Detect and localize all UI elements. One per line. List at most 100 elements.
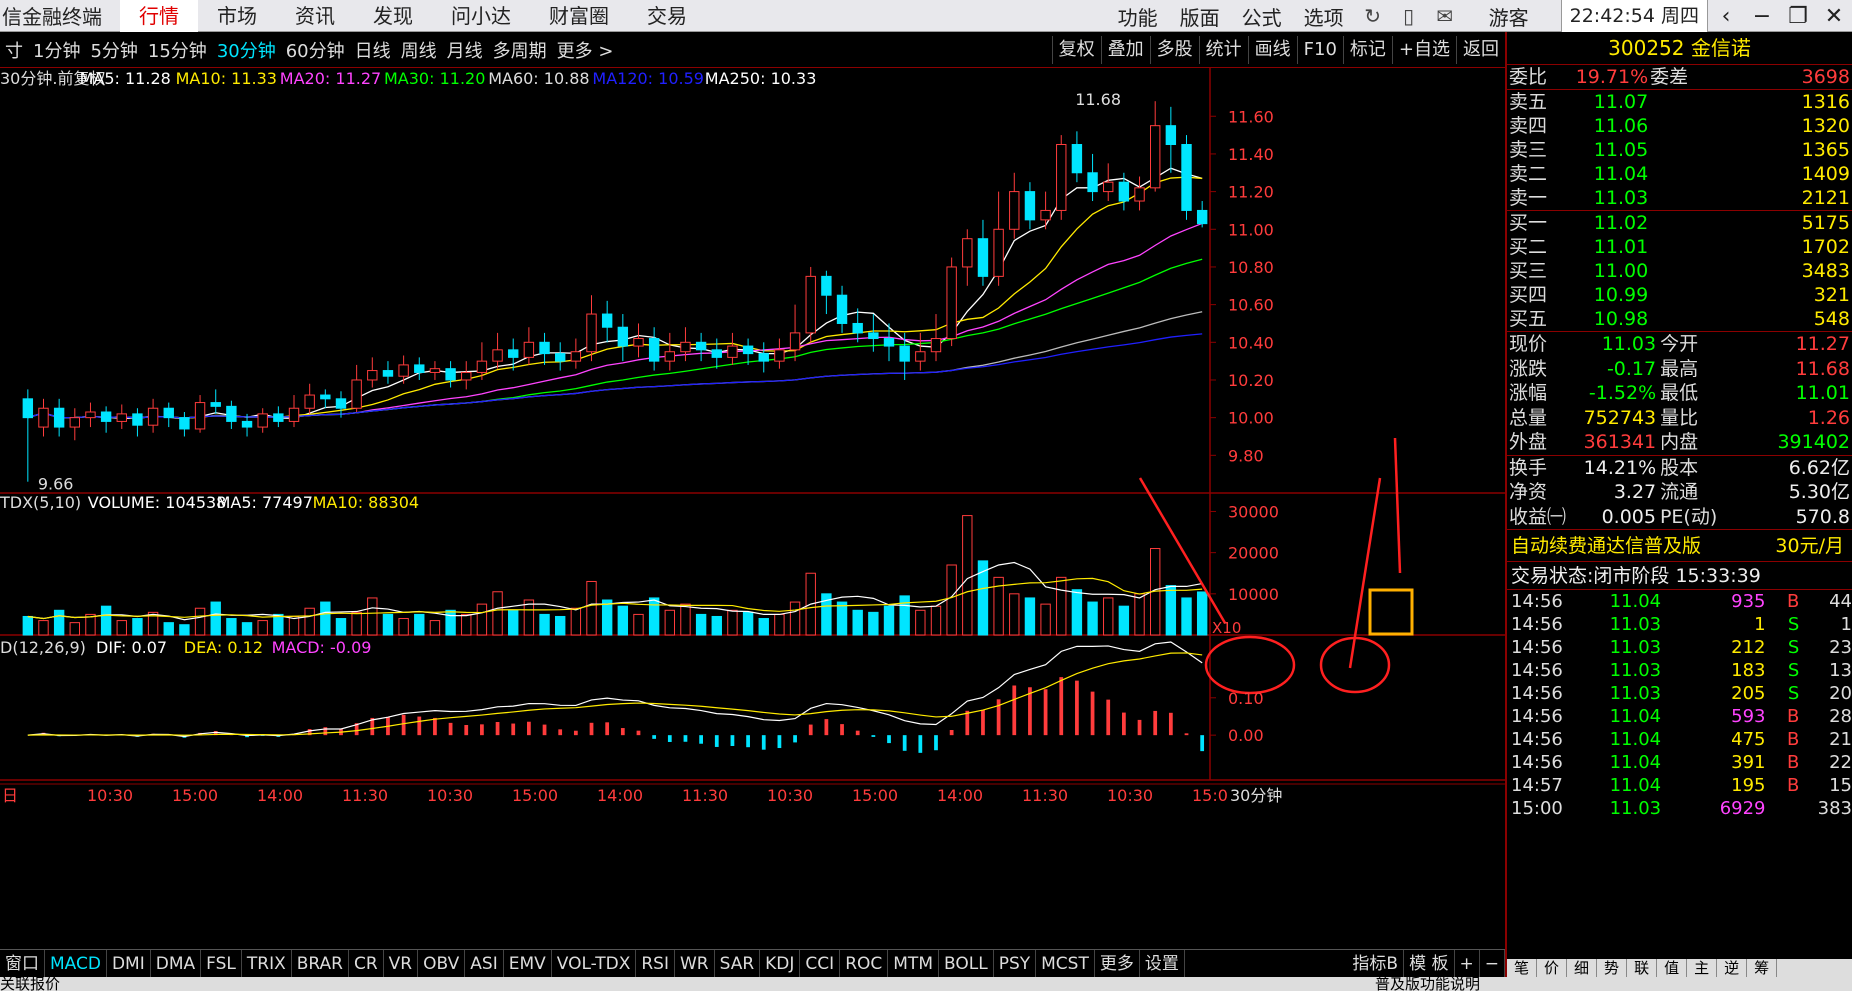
top-right-menu: 功能 版面 公式 选项 ↻ ▯ ✉ 游客 22:42:54 周四 ‹ − ❐ ✕	[1107, 0, 1852, 32]
minimize-icon[interactable]: −	[1744, 4, 1780, 29]
kline-chart[interactable]: 11.689.66 30分钟.前复权MA5: 11.28 MA10: 11.33 M…	[0, 68, 1505, 949]
bids-label: 买四	[1509, 284, 1548, 306]
nav-tab-0[interactable]: 行情	[120, 0, 198, 32]
indicator-tab-3[interactable]: DMA	[151, 949, 202, 978]
indicator-labels: 30分钟.前复权MA5: 11.28 MA10: 11.33 MA20: 11.27…	[0, 69, 816, 657]
panel-tab-7[interactable]: 逆	[1717, 959, 1748, 977]
period-2[interactable]: 5分钟	[85, 37, 142, 63]
tick-price: 11.04	[1609, 729, 1662, 750]
indicator-tab-5[interactable]: TRIX	[242, 949, 292, 978]
mail-icon[interactable]: ✉	[1427, 4, 1463, 28]
panel-tab-6[interactable]: 主	[1687, 959, 1718, 977]
candle-body	[210, 402, 221, 407]
diff-label: 委差	[1650, 66, 1689, 88]
stock-header[interactable]: 300252 金信诺	[1507, 32, 1852, 65]
panel-tab-8[interactable]: 筹	[1747, 959, 1778, 977]
indicator-tab-21[interactable]: PSY	[994, 949, 1037, 978]
period-4[interactable]: 30分钟	[212, 37, 281, 63]
indicator-tab-15[interactable]: SAR	[715, 949, 761, 978]
nav-tab-3[interactable]: 发现	[354, 0, 432, 32]
indicator-tab-19[interactable]: MTM	[888, 949, 939, 978]
indicator-tab-24[interactable]: 设置	[1140, 949, 1185, 978]
indicator-tab-11[interactable]: EMV	[504, 949, 552, 978]
tool-button-5[interactable]: F10	[1296, 36, 1343, 64]
indicator-tab-16[interactable]: KDJ	[760, 949, 801, 978]
panel-tab-5[interactable]: 值	[1657, 959, 1688, 977]
indicator-tab-14[interactable]: WR	[675, 949, 715, 978]
indicator-right-2[interactable]: +	[1455, 950, 1480, 978]
indicator-tab-18[interactable]: ROC	[840, 949, 889, 978]
panel-tab-1[interactable]: 价	[1537, 959, 1568, 977]
refresh-icon[interactable]: ↻	[1355, 4, 1391, 28]
status-right[interactable]: 普及版功能说明	[1375, 977, 1480, 991]
fund-label: 收益㈠	[1509, 505, 1567, 528]
nav-tab-2[interactable]: 资讯	[276, 0, 354, 32]
tool-button-8[interactable]: 返回	[1456, 36, 1505, 64]
indicator-tab-8[interactable]: VR	[384, 949, 419, 978]
indicator-tab-0[interactable]: 窗口	[0, 949, 45, 978]
indicator-tab-13[interactable]: RSI	[636, 949, 675, 978]
indicator-tab-10[interactable]: ASI	[465, 949, 504, 978]
user-label[interactable]: 游客	[1463, 2, 1561, 31]
quote-stats: 现价 11.03 今开 11.27 涨跌 -0.17 最高 11.68 涨幅 -1.52% 最低 11…	[1507, 331, 1852, 455]
indicator-tab-2[interactable]: DMI	[107, 949, 151, 978]
menu-layout[interactable]: 版面	[1169, 2, 1231, 31]
period-7[interactable]: 周线	[396, 37, 442, 63]
period-10[interactable]: 更多 >	[552, 37, 619, 63]
volume-bar	[727, 609, 738, 636]
promo-banner[interactable]: 自动续费通达信普及版 30元/月	[1507, 529, 1852, 562]
indicator-tab-4[interactable]: FSL	[201, 949, 242, 978]
indicator-tab-1[interactable]: MACD	[45, 949, 107, 978]
tool-button-4[interactable]: 画线	[1247, 36, 1297, 64]
tool-button-3[interactable]: 统计	[1198, 36, 1248, 64]
bid-list: 买一 11.02 5175 买二 11.01 1702 买三 11.00 3483 买四 10.99…	[1507, 210, 1852, 331]
tick-list[interactable]: 14:56 11.04 935 B 44 14:56 11.03 1 S 1 14:56 11.03 2…	[1507, 590, 1852, 820]
period-9[interactable]: 多周期	[488, 37, 552, 63]
tick-count: 28	[1829, 706, 1852, 727]
indicator-tab-6[interactable]: BRAR	[292, 949, 349, 978]
period-1[interactable]: 1分钟	[28, 37, 85, 63]
panel-tab-0[interactable]: 笔	[1507, 959, 1538, 977]
candle-body	[351, 379, 362, 409]
panel-tab-4[interactable]: 联	[1627, 959, 1658, 977]
restore-icon[interactable]: ❐	[1780, 4, 1816, 29]
time-label: 14:00	[597, 786, 643, 805]
fund-label: 股本	[1660, 456, 1699, 479]
tool-button-7[interactable]: +自选	[1391, 36, 1456, 64]
period-3[interactable]: 15分钟	[143, 37, 212, 63]
menu-function[interactable]: 功能	[1107, 2, 1169, 31]
indicator-tab-20[interactable]: BOLL	[939, 949, 994, 978]
indicator-right-3[interactable]: −	[1480, 950, 1505, 978]
indicator-tab-22[interactable]: MCST	[1036, 949, 1095, 978]
indicator-tab-23[interactable]: 更多	[1095, 949, 1140, 978]
indicator-tab-17[interactable]: CCI	[800, 949, 841, 978]
period-5[interactable]: 60分钟	[281, 37, 350, 63]
indicator-tab-12[interactable]: VOL-TDX	[552, 949, 637, 978]
indicator-tab-7[interactable]: CR	[349, 949, 384, 978]
tool-button-2[interactable]: 多股	[1149, 36, 1199, 64]
panel-tab-3[interactable]: 势	[1597, 959, 1628, 977]
close-icon[interactable]: ✕	[1816, 4, 1852, 29]
menu-formula[interactable]: 公式	[1231, 2, 1293, 31]
back-arrow-icon[interactable]: ‹	[1708, 4, 1744, 29]
tool-button-0[interactable]: 复权	[1051, 36, 1101, 64]
candle-body	[179, 417, 190, 430]
panel-tab-2[interactable]: 细	[1567, 959, 1598, 977]
nav-tab-4[interactable]: 问小达	[432, 0, 530, 32]
indicator-right-0[interactable]: 指标B	[1347, 950, 1405, 978]
tool-button-1[interactable]: 叠加	[1100, 36, 1150, 64]
indicator-right-1[interactable]: 模 板	[1404, 950, 1455, 978]
indicator-tab-9[interactable]: OBV	[418, 949, 466, 978]
nav-tab-5[interactable]: 财富圈	[530, 0, 628, 32]
nav-tab-1[interactable]: 市场	[198, 0, 276, 32]
period-8[interactable]: 月线	[442, 37, 488, 63]
phone-icon[interactable]: ▯	[1391, 4, 1427, 28]
indicator-tabs: 窗口 MACD DMI DMA FSL TRIX BRAR CR VR OBV ASI EMV VOL-…	[0, 949, 1505, 978]
period-6[interactable]: 日线	[350, 37, 396, 63]
tick-count: 13	[1829, 660, 1852, 681]
tool-button-6[interactable]: 标记	[1342, 36, 1392, 64]
nav-tab-6[interactable]: 交易	[628, 0, 706, 32]
period-0[interactable]: 寸	[0, 37, 28, 63]
menu-options[interactable]: 选项	[1293, 2, 1355, 31]
macd-indicator-label: D(12,26,9)	[0, 638, 86, 657]
